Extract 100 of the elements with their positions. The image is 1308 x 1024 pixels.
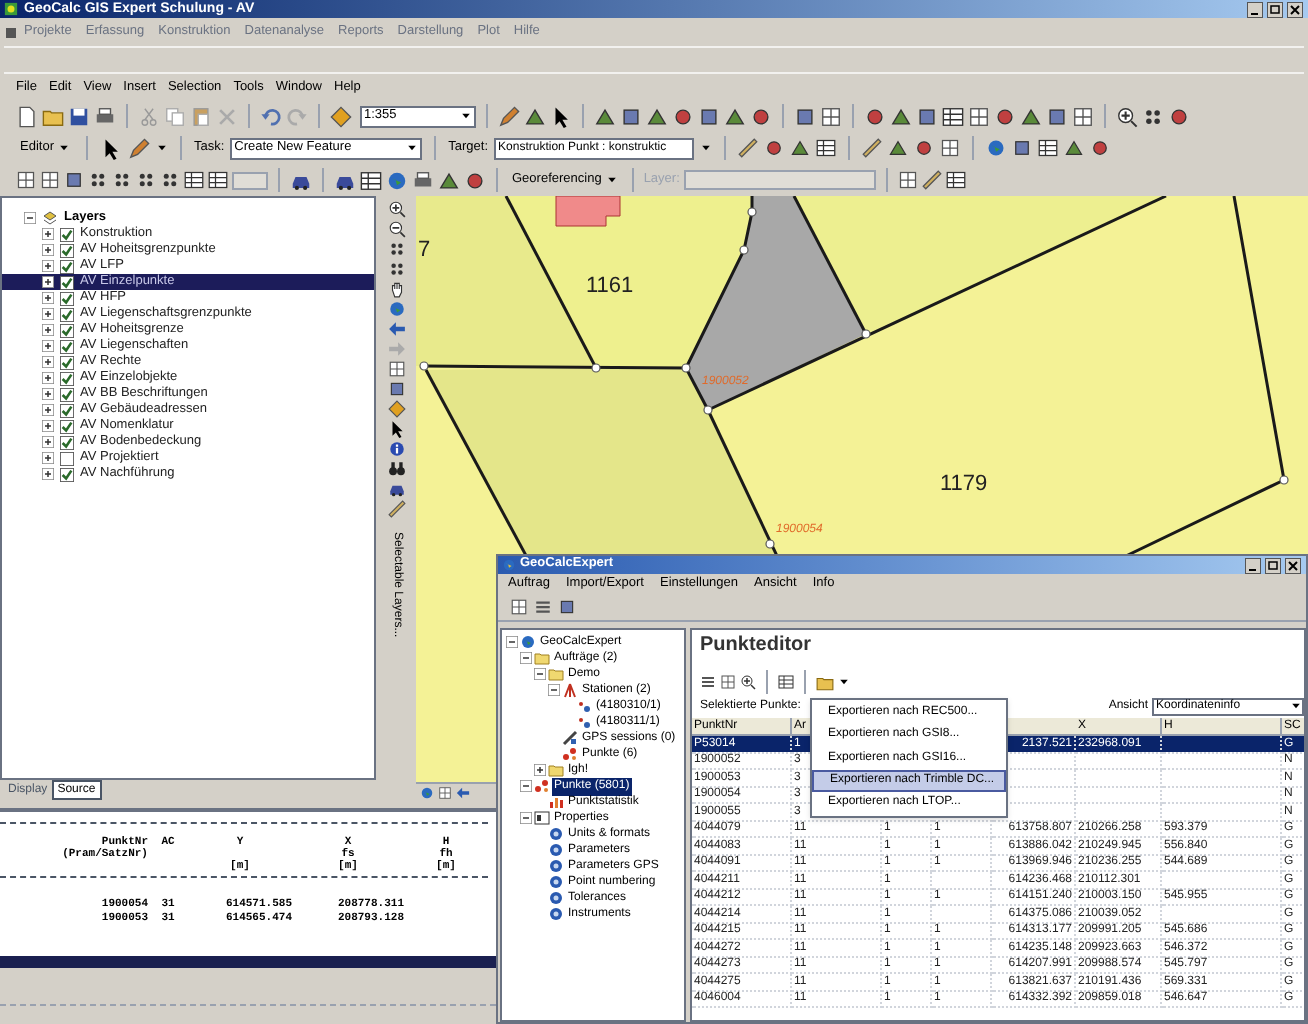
table-icon[interactable] <box>1038 138 1059 158</box>
undo-icon[interactable] <box>260 105 282 127</box>
square-icon[interactable] <box>558 598 576 616</box>
diamond-icon[interactable] <box>330 105 352 127</box>
circle-icon[interactable] <box>1168 105 1190 127</box>
maximize-button[interactable] <box>1266 1 1284 17</box>
grid-icon[interactable] <box>16 170 36 190</box>
expand-toggle[interactable] <box>42 388 54 400</box>
checkbox[interactable] <box>60 259 74 273</box>
collapse-toggle[interactable] <box>534 668 546 680</box>
square-icon[interactable] <box>1046 105 1068 127</box>
expand-toggle[interactable] <box>42 372 54 384</box>
dots-icon[interactable] <box>387 260 405 278</box>
collapse-toggle[interactable] <box>520 652 532 664</box>
collapse-toggle[interactable] <box>24 212 36 224</box>
circle-icon[interactable] <box>464 169 486 191</box>
expand-toggle[interactable] <box>42 356 54 368</box>
system-menu-icon[interactable] <box>6 27 16 37</box>
checkbox[interactable] <box>60 387 74 401</box>
table-icon[interactable] <box>360 169 382 191</box>
table-icon[interactable] <box>942 105 964 127</box>
maximize-button[interactable] <box>1264 557 1282 573</box>
expand-toggle[interactable] <box>42 420 54 432</box>
triangle-icon[interactable] <box>524 105 546 127</box>
square-icon[interactable] <box>698 105 720 127</box>
triangle-icon[interactable] <box>790 138 811 158</box>
expand-toggle[interactable] <box>42 324 54 336</box>
checkbox[interactable] <box>60 275 74 289</box>
binoculars-icon[interactable] <box>387 460 405 478</box>
pencil-icon[interactable] <box>498 105 520 127</box>
printer-icon[interactable] <box>412 169 434 191</box>
hand-icon[interactable] <box>387 280 405 298</box>
car-icon[interactable] <box>387 480 405 498</box>
grid-icon[interactable] <box>510 598 528 616</box>
minimize-button[interactable] <box>1244 557 1262 573</box>
dots-icon[interactable] <box>88 170 108 190</box>
triangle-icon[interactable] <box>594 105 616 127</box>
triangle-icon[interactable] <box>646 105 668 127</box>
checkbox[interactable] <box>60 403 74 417</box>
triangle-icon[interactable] <box>724 105 746 127</box>
ruler-icon[interactable] <box>921 170 942 190</box>
zoom-in-icon[interactable] <box>387 200 405 218</box>
circle-icon[interactable] <box>1090 138 1111 158</box>
dots-icon[interactable] <box>387 240 405 258</box>
grid-icon[interactable] <box>720 674 736 690</box>
grid-icon[interactable] <box>940 138 961 158</box>
table-icon[interactable] <box>945 170 966 190</box>
circle-icon[interactable] <box>864 105 886 127</box>
globe-icon[interactable] <box>420 785 434 799</box>
checkbox[interactable] <box>60 435 74 449</box>
folder-icon[interactable] <box>816 673 834 691</box>
save-icon[interactable] <box>68 105 90 127</box>
circle-icon[interactable] <box>672 105 694 127</box>
square-icon[interactable] <box>64 170 84 190</box>
grid-icon[interactable] <box>968 105 990 127</box>
document-icon[interactable] <box>16 105 38 127</box>
checkbox[interactable] <box>60 243 74 257</box>
checkbox[interactable] <box>60 323 74 337</box>
table-icon[interactable] <box>778 674 794 690</box>
globe-icon[interactable] <box>386 169 408 191</box>
ruler-icon[interactable] <box>738 138 759 158</box>
circle-icon[interactable] <box>750 105 772 127</box>
square-icon[interactable] <box>620 105 642 127</box>
square-icon[interactable] <box>1012 138 1033 158</box>
dots-icon[interactable] <box>160 170 180 190</box>
checkbox[interactable] <box>60 355 74 369</box>
grid-icon[interactable] <box>1072 105 1094 127</box>
clipboard-icon[interactable] <box>190 105 212 127</box>
triangle-icon[interactable] <box>890 105 912 127</box>
dots-icon[interactable] <box>136 170 156 190</box>
table-icon[interactable] <box>816 138 837 158</box>
expand-toggle[interactable] <box>42 260 54 272</box>
dots-icon[interactable] <box>112 170 132 190</box>
checkbox[interactable] <box>60 339 74 353</box>
expand-toggle[interactable] <box>42 340 54 352</box>
collapse-toggle[interactable] <box>520 780 532 792</box>
checkbox[interactable] <box>60 467 74 481</box>
lines-icon[interactable] <box>700 674 716 690</box>
table-icon[interactable] <box>208 170 228 190</box>
ruler-icon[interactable] <box>387 500 405 518</box>
ruler-icon[interactable] <box>862 138 883 158</box>
checkbox[interactable] <box>60 451 74 465</box>
expand-toggle[interactable] <box>534 764 546 776</box>
circle-icon[interactable] <box>764 138 785 158</box>
triangle-icon[interactable] <box>1020 105 1042 127</box>
pencil-icon[interactable] <box>127 137 150 159</box>
zoom-in-icon[interactable] <box>1116 105 1138 127</box>
expand-toggle[interactable] <box>42 228 54 240</box>
circle-icon[interactable] <box>914 138 935 158</box>
collapse-toggle[interactable] <box>520 812 532 824</box>
minimize-button[interactable] <box>1246 1 1264 17</box>
expand-toggle[interactable] <box>42 436 54 448</box>
triangle-icon[interactable] <box>888 138 909 158</box>
zoom-in-icon[interactable] <box>740 674 756 690</box>
lines-icon[interactable] <box>534 598 552 616</box>
collapse-toggle[interactable] <box>548 684 560 696</box>
square-icon[interactable] <box>916 105 938 127</box>
grid-icon[interactable] <box>897 170 918 190</box>
close-button[interactable] <box>1284 557 1302 573</box>
folder-icon[interactable] <box>42 105 64 127</box>
